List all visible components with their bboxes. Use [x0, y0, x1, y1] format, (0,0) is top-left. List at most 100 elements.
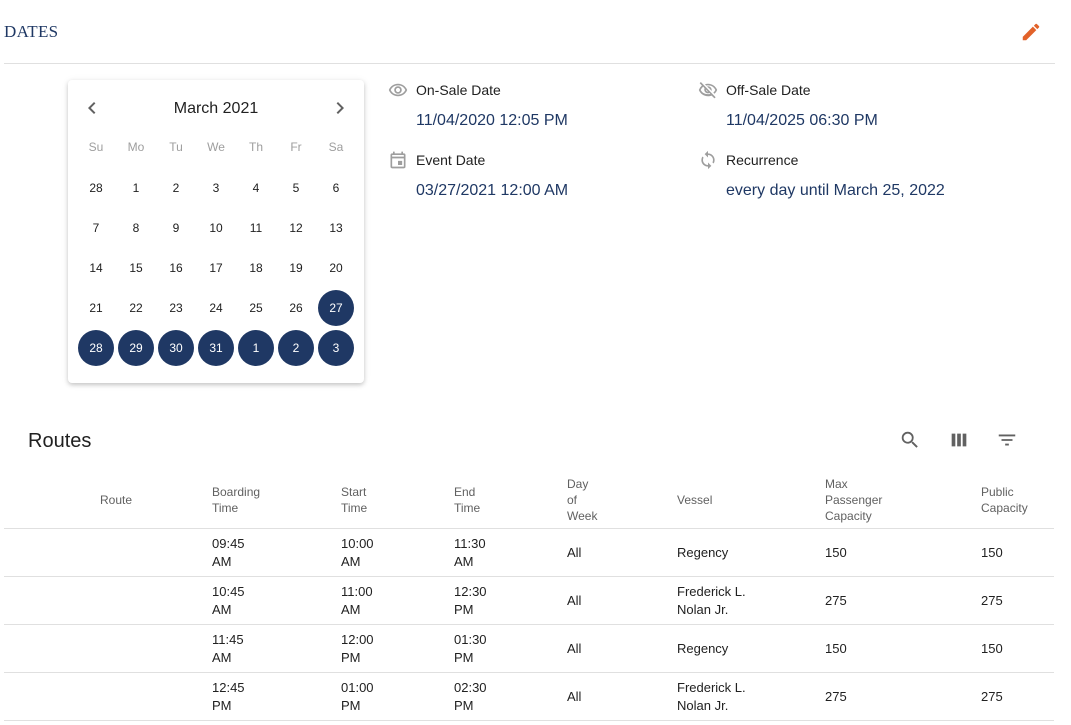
cell-max: 150: [825, 640, 847, 656]
calendar-day[interactable]: 20: [316, 248, 356, 288]
calendar-day[interactable]: 1: [116, 168, 156, 208]
calendar-month-label: March 2021: [173, 100, 259, 117]
calendar-day-number: 29: [118, 330, 154, 366]
calendar-day[interactable]: 5: [276, 168, 316, 208]
calendar-day-number: 1: [238, 330, 274, 366]
calendar-day-selected[interactable]: 1: [236, 328, 276, 368]
calendar-day-number: 1: [132, 181, 140, 195]
calendar-day[interactable]: 3: [196, 168, 236, 208]
routes-table-body: 09:45 AM 10:00 AM 11:30 AM All Regency 150 150 10:…: [4, 529, 1054, 721]
table-row[interactable]: 11:45 AM 12:00 PM 01:30 PM All Regency 150 150: [4, 625, 1054, 673]
calendar-day[interactable]: 18: [236, 248, 276, 288]
calendar-day[interactable]: 6: [316, 168, 356, 208]
on-sale-date-label: On-Sale Date: [416, 82, 501, 98]
cell-vessel: Frederick L. Nolan Jr.: [677, 679, 746, 713]
header-route[interactable]: Route: [100, 492, 132, 508]
calendar-day[interactable]: 13: [316, 208, 356, 248]
event-date-value: 03/27/2021 12:00 AM: [416, 182, 569, 199]
weekday-label: Mo: [127, 140, 145, 154]
calendar-day[interactable]: 7: [76, 208, 116, 248]
cell-max: 150: [825, 544, 847, 560]
weekday-label: Tu: [169, 140, 183, 154]
calendar-day-number: 16: [169, 261, 183, 275]
cell-public: 150: [981, 640, 1003, 656]
calendar-day[interactable]: 12: [276, 208, 316, 248]
calendar-day[interactable]: 4: [236, 168, 276, 208]
calendar-day[interactable]: 9: [156, 208, 196, 248]
cell-end: 12:30 PM: [454, 583, 487, 617]
calendar-day-grid: 28 1 2 3 4 5 6 7 8 9 10 11 12 13 14 15 16 17 18 19 20 21 22 23 2…: [76, 168, 356, 368]
cell-max: 275: [825, 688, 847, 704]
calendar-day[interactable]: 28: [76, 168, 116, 208]
calendar-day[interactable]: 8: [116, 208, 156, 248]
search-button[interactable]: [898, 428, 922, 452]
recurrence-field: Recurrence every day until March 25, 202…: [698, 150, 945, 200]
calendar-day[interactable]: 24: [196, 288, 236, 328]
on-sale-date-value: 11/04/2020 12:05 PM: [416, 112, 568, 129]
calendar-day-number: 2: [278, 330, 314, 366]
header-start-time[interactable]: Start Time: [341, 484, 367, 516]
calendar-day[interactable]: 19: [276, 248, 316, 288]
calendar-day[interactable]: 11: [236, 208, 276, 248]
cell-day: All: [567, 688, 582, 704]
header-boarding-time[interactable]: Boarding Time: [212, 484, 260, 516]
calendar-day-number: 9: [172, 221, 180, 235]
table-row[interactable]: 10:45 AM 11:00 AM 12:30 PM All Frederick L. Nola…: [4, 577, 1054, 625]
cell-end: 01:30 PM: [454, 631, 487, 665]
calendar-day[interactable]: 22: [116, 288, 156, 328]
filter-button[interactable]: [995, 428, 1019, 452]
off-sale-date-label: Off-Sale Date: [726, 82, 811, 98]
off-sale-date-value: 11/04/2025 06:30 PM: [726, 112, 878, 129]
cell-day: All: [567, 544, 582, 560]
calendar-day[interactable]: 23: [156, 288, 196, 328]
section-title: DATES: [4, 22, 59, 41]
on-sale-date-field: On-Sale Date 11/04/2020 12:05 PM: [388, 80, 568, 130]
header-max-passenger-capacity[interactable]: Max Passenger Capacity: [825, 476, 882, 524]
calendar-day-selected[interactable]: 28: [76, 328, 116, 368]
calendar-day[interactable]: 25: [236, 288, 276, 328]
calendar-day[interactable]: 17: [196, 248, 236, 288]
header-vessel[interactable]: Vessel: [677, 492, 712, 508]
calendar-day[interactable]: 26: [276, 288, 316, 328]
calendar-day-selected[interactable]: 2: [276, 328, 316, 368]
calendar-day-number: 13: [329, 221, 343, 235]
weekday-label: Sa: [328, 140, 344, 154]
cell-public: 275: [981, 688, 1003, 704]
next-month-button[interactable]: [328, 96, 352, 120]
weekday-label: Su: [88, 140, 104, 154]
calendar-day[interactable]: 21: [76, 288, 116, 328]
edit-button[interactable]: [1017, 18, 1045, 46]
calendar-day-number: 3: [212, 181, 220, 195]
calendar-day-number: 10: [209, 221, 223, 235]
calendar-day[interactable]: 2: [156, 168, 196, 208]
calendar-day[interactable]: 15: [116, 248, 156, 288]
recurrence-value: every day until March 25, 2022: [726, 182, 945, 199]
calendar-day-number: 8: [132, 221, 140, 235]
refresh-icon: [698, 150, 718, 170]
pencil-icon: [1022, 23, 1040, 41]
table-row[interactable]: 12:45 PM 01:00 PM 02:30 PM All Frederick L. Nola…: [4, 673, 1054, 721]
cell-end: 11:30 AM: [454, 535, 486, 569]
cell-start: 01:00 PM: [341, 679, 374, 713]
calendar-day-selected[interactable]: 3: [316, 328, 356, 368]
calendar-day[interactable]: 16: [156, 248, 196, 288]
chevron-right-icon: [336, 102, 344, 114]
calendar-weekday-header: Su Mo Tu We Th Fr Sa: [76, 140, 356, 154]
cell-boarding: 09:45 AM: [212, 535, 245, 569]
calendar-day-number: 21: [89, 301, 103, 315]
header-end-time[interactable]: End Time: [454, 484, 480, 516]
calendar-day-selected[interactable]: 30: [156, 328, 196, 368]
calendar-day[interactable]: 10: [196, 208, 236, 248]
calendar-day-selected[interactable]: 27: [316, 288, 356, 328]
event-date-label: Event Date: [416, 152, 486, 168]
calendar-day-number: 2: [172, 181, 180, 195]
calendar-day-selected[interactable]: 31: [196, 328, 236, 368]
calendar-day-number: 25: [249, 301, 263, 315]
header-day-of-week[interactable]: Day of Week: [567, 476, 597, 524]
columns-button[interactable]: [947, 428, 971, 452]
calendar-day[interactable]: 14: [76, 248, 116, 288]
header-public-capacity[interactable]: Public Capacity: [981, 484, 1028, 516]
table-row[interactable]: 09:45 AM 10:00 AM 11:30 AM All Regency 150 150: [4, 529, 1054, 577]
calendar-day-number: 14: [89, 261, 103, 275]
calendar-day-selected[interactable]: 29: [116, 328, 156, 368]
